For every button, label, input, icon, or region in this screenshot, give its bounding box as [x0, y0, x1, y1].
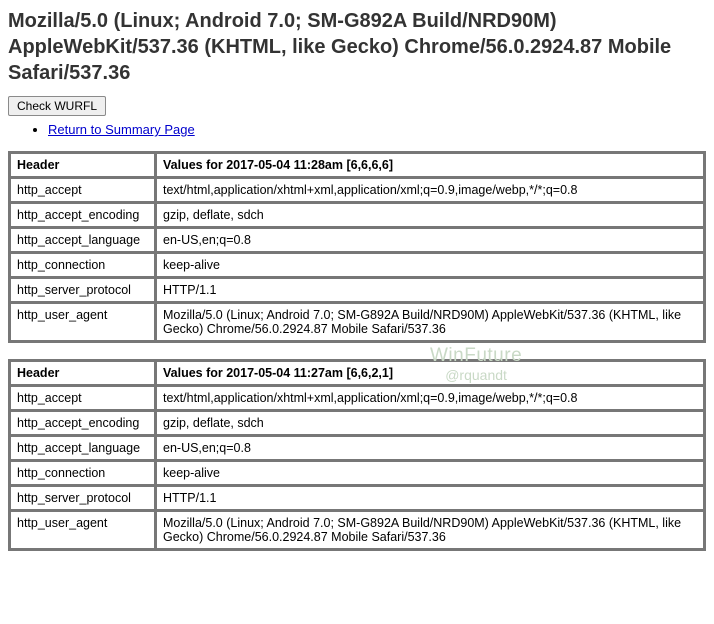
- header-value: text/html,application/xhtml+xml,applicat…: [156, 178, 704, 202]
- page-title: Mozilla/5.0 (Linux; Android 7.0; SM-G892…: [8, 8, 706, 86]
- column-header-key: Header: [10, 153, 155, 177]
- header-value: Mozilla/5.0 (Linux; Android 7.0; SM-G892…: [156, 511, 704, 549]
- table-row: http_accepttext/html,application/xhtml+x…: [10, 386, 704, 410]
- table-header-row: HeaderValues for 2017-05-04 11:28am [6,6…: [10, 153, 704, 177]
- header-table: HeaderValues for 2017-05-04 11:27am [6,6…: [8, 359, 706, 551]
- table-header-row: HeaderValues for 2017-05-04 11:27am [6,6…: [10, 361, 704, 385]
- check-wurfl-button[interactable]: Check WURFL: [8, 96, 106, 116]
- header-key: http_user_agent: [10, 303, 155, 341]
- header-value: gzip, deflate, sdch: [156, 203, 704, 227]
- header-value: Mozilla/5.0 (Linux; Android 7.0; SM-G892…: [156, 303, 704, 341]
- column-header-key: Header: [10, 361, 155, 385]
- header-value: en-US,en;q=0.8: [156, 436, 704, 460]
- header-value: keep-alive: [156, 253, 704, 277]
- column-header-values: Values for 2017-05-04 11:28am [6,6,6,6]: [156, 153, 704, 177]
- header-table: HeaderValues for 2017-05-04 11:28am [6,6…: [8, 151, 706, 343]
- tables-container: HeaderValues for 2017-05-04 11:28am [6,6…: [8, 151, 706, 551]
- list-item: Return to Summary Page: [48, 122, 706, 137]
- header-key: http_accept: [10, 386, 155, 410]
- table-row: http_connectionkeep-alive: [10, 253, 704, 277]
- header-key: http_accept_language: [10, 436, 155, 460]
- table-row: http_server_protocolHTTP/1.1: [10, 486, 704, 510]
- table-row: http_accept_encodinggzip, deflate, sdch: [10, 203, 704, 227]
- table-row: http_accept_languageen-US,en;q=0.8: [10, 436, 704, 460]
- table-row: http_accepttext/html,application/xhtml+x…: [10, 178, 704, 202]
- header-key: http_accept_encoding: [10, 411, 155, 435]
- column-header-values: Values for 2017-05-04 11:27am [6,6,2,1]: [156, 361, 704, 385]
- header-value: en-US,en;q=0.8: [156, 228, 704, 252]
- table-row: http_accept_encodinggzip, deflate, sdch: [10, 411, 704, 435]
- header-key: http_server_protocol: [10, 486, 155, 510]
- table-row: http_accept_languageen-US,en;q=0.8: [10, 228, 704, 252]
- header-key: http_user_agent: [10, 511, 155, 549]
- table-row: http_user_agentMozilla/5.0 (Linux; Andro…: [10, 511, 704, 549]
- table-row: http_connectionkeep-alive: [10, 461, 704, 485]
- return-summary-link[interactable]: Return to Summary Page: [48, 122, 195, 137]
- table-row: http_user_agentMozilla/5.0 (Linux; Andro…: [10, 303, 704, 341]
- header-key: http_accept_language: [10, 228, 155, 252]
- header-key: http_connection: [10, 253, 155, 277]
- nav-list: Return to Summary Page: [8, 122, 706, 137]
- header-value: gzip, deflate, sdch: [156, 411, 704, 435]
- header-key: http_connection: [10, 461, 155, 485]
- header-key: http_accept_encoding: [10, 203, 155, 227]
- header-key: http_server_protocol: [10, 278, 155, 302]
- header-value: keep-alive: [156, 461, 704, 485]
- table-row: http_server_protocolHTTP/1.1: [10, 278, 704, 302]
- header-value: HTTP/1.1: [156, 278, 704, 302]
- header-key: http_accept: [10, 178, 155, 202]
- header-value: HTTP/1.1: [156, 486, 704, 510]
- header-value: text/html,application/xhtml+xml,applicat…: [156, 386, 704, 410]
